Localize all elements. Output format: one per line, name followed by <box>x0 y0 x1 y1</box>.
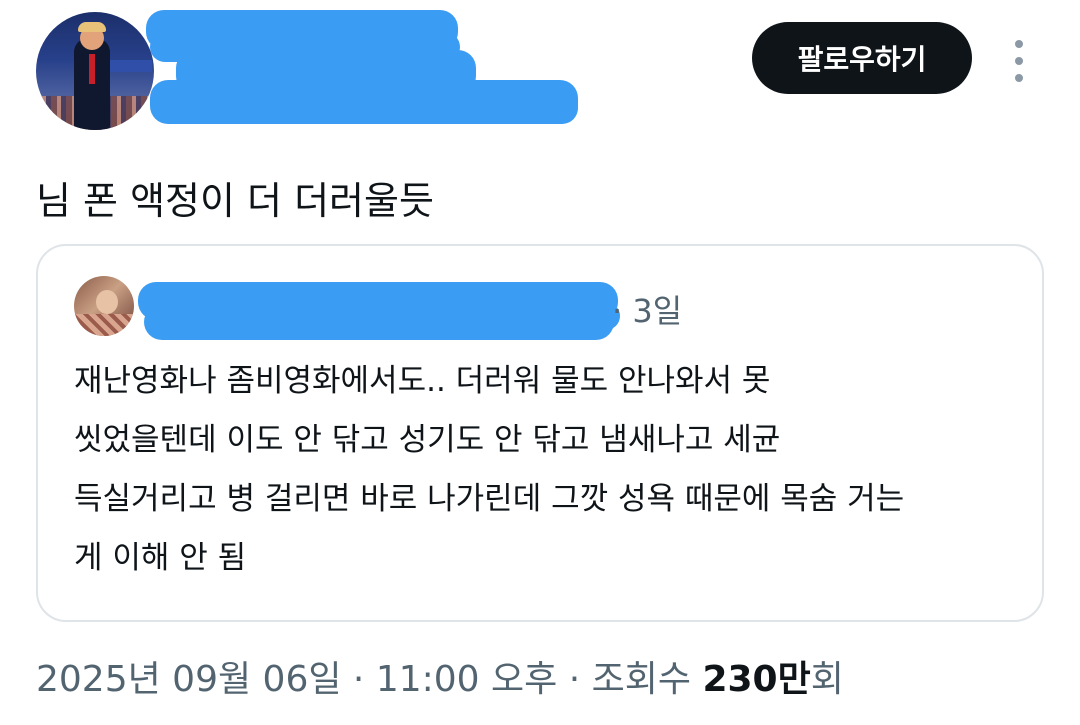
avatar-figure <box>74 38 110 130</box>
tweet-date[interactable]: 2025년 09월 06일 <box>36 659 341 700</box>
views-suffix: 회 <box>810 659 844 700</box>
meta-separator-2: · <box>557 659 592 700</box>
more-dot-2 <box>1015 57 1023 65</box>
quoted-tweet-time[interactable]: · 3일 <box>612 286 682 332</box>
meta-separator-1: · <box>341 659 376 700</box>
more-dot-3 <box>1015 74 1023 82</box>
quoted-avatar-blanket <box>74 314 134 336</box>
views-label: 조회수 <box>591 659 691 700</box>
follow-button[interactable]: 팔로우하기 <box>752 22 972 94</box>
more-dot-1 <box>1015 40 1023 48</box>
more-vertical-icon[interactable] <box>1008 40 1030 82</box>
quoted-line-4: 게 이해 안 됨 <box>74 540 247 576</box>
quoted-tweet-card[interactable]: · 3일 재난영화나 좀비영화에서도.. 더러워 물도 안나와서 못 씻었을텐데… <box>36 244 1044 622</box>
quoted-avatar-face <box>96 290 118 314</box>
avatar-tie <box>89 54 95 84</box>
avatar-banner <box>106 60 152 72</box>
quoted-user-avatar[interactable] <box>74 276 134 336</box>
avatar-hair <box>78 22 106 32</box>
author-avatar[interactable] <box>36 12 154 130</box>
quoted-line-1: 재난영화나 좀비영화에서도.. 더러워 물도 안나와서 못 <box>74 363 771 399</box>
tweet-meta: 2025년 09월 06일 · 11:00 오후 · 조회수 230만회 <box>36 650 844 702</box>
tweet-text: 님 폰 액정이 더 더러울듯 <box>36 179 434 223</box>
tweet-time[interactable]: 11:00 오후 <box>376 659 557 700</box>
quoted-line-2: 씻었을텐데 이도 안 닦고 성기도 안 닦고 냄새나고 세균 <box>74 422 781 458</box>
quoted-line-3: 득실거리고 병 걸리면 바로 나가린데 그깟 성욕 때문에 목숨 거는 <box>74 481 905 517</box>
views-count: 230만 <box>702 659 811 700</box>
quoted-tweet-text: 재난영화나 좀비영화에서도.. 더러워 물도 안나와서 못 씻었을텐데 이도 안… <box>74 352 1024 588</box>
